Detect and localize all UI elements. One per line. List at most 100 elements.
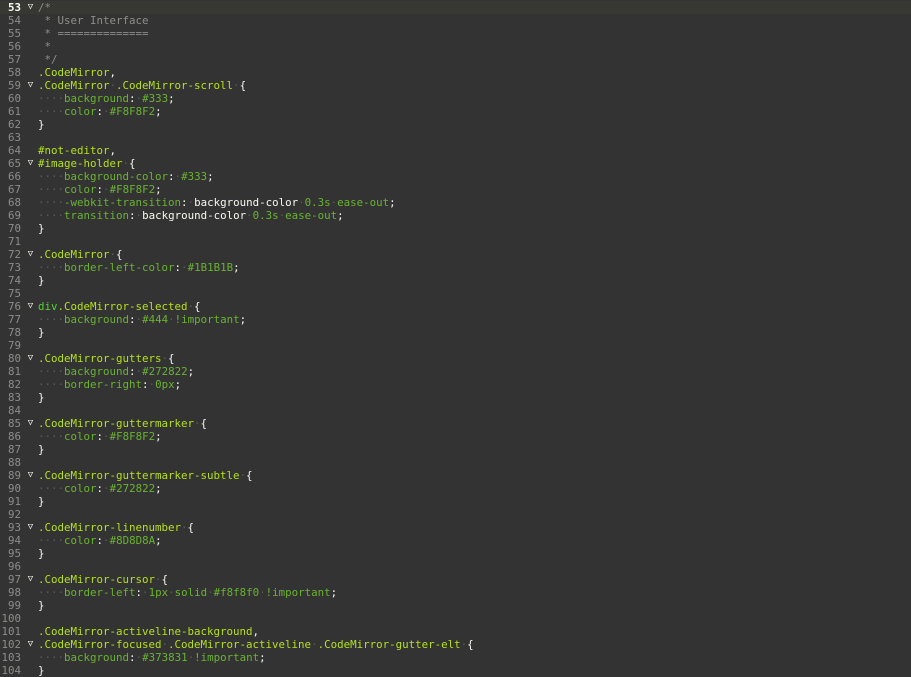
code-line[interactable]: 96: [0, 560, 911, 573]
line-text[interactable]: .CodeMirror,: [38, 66, 116, 79]
code-line[interactable]: 68 ····-webkit-transition:·background-col…: [0, 196, 911, 209]
code-line[interactable]: 92: [0, 508, 911, 521]
line-text[interactable]: .CodeMirror-focused·.CodeMirror-activeli…: [38, 638, 474, 651]
code-line[interactable]: 87}: [0, 443, 911, 456]
code-line[interactable]: 104}: [0, 664, 911, 677]
line-text[interactable]: }: [38, 495, 45, 508]
line-text[interactable]: ····background:·#272822;: [38, 365, 194, 378]
fold-arrow-icon[interactable]: ▽: [25, 521, 36, 534]
line-text[interactable]: }: [38, 118, 45, 131]
code-line[interactable]: 89 ▽ .CodeMirror-guttermarker-subtle·{: [0, 469, 911, 482]
code-line[interactable]: 97 ▽ .CodeMirror-cursor·{: [0, 573, 911, 586]
line-text[interactable]: .CodeMirror-guttermarker·{: [38, 417, 207, 430]
line-text[interactable]: }: [38, 222, 45, 235]
code-line[interactable]: 95}: [0, 547, 911, 560]
code-line[interactable]: 77 ····background:·#444·!important;: [0, 313, 911, 326]
code-line[interactable]: 62}: [0, 118, 911, 131]
code-line[interactable]: 98 ····border-left:·1px·solid·#f8f8f0·!im…: [0, 586, 911, 599]
code-line[interactable]: 75: [0, 287, 911, 300]
fold-arrow-icon[interactable]: ▽: [25, 638, 36, 651]
line-text[interactable]: ····border-left-color:·#1B1B1B;: [38, 261, 240, 274]
code-editor[interactable]: 53 ▽/* 54 * User Interface 55 * ===========…: [0, 0, 911, 677]
line-text[interactable]: ····background:·#373831·!important;: [38, 651, 266, 664]
code-line[interactable]: 102 ▽ .CodeMirror-focused·.CodeMirror-acti…: [0, 638, 911, 651]
line-text[interactable]: }: [38, 274, 45, 287]
line-text[interactable]: }: [38, 599, 45, 612]
code-line[interactable]: 88: [0, 456, 911, 469]
line-text[interactable]: ····color:·#8D8D8A;: [38, 534, 162, 547]
code-line[interactable]: 61 ····color:·#F8F8F2;: [0, 105, 911, 118]
code-line[interactable]: 78}: [0, 326, 911, 339]
line-text[interactable]: }: [38, 443, 45, 456]
line-text[interactable]: ····-webkit-transition:·background-color…: [38, 196, 396, 209]
code-line[interactable]: 65 ▽ #image-holder·{: [0, 157, 911, 170]
line-text[interactable]: }: [38, 326, 45, 339]
line-text[interactable]: ····border-left:·1px·solid·#f8f8f0·!impo…: [38, 586, 337, 599]
line-text[interactable]: #not-editor,: [38, 144, 116, 157]
fold-arrow-icon[interactable]: ▽: [25, 1, 36, 14]
code-line[interactable]: 53 ▽/*: [0, 1, 911, 14]
line-text[interactable]: .CodeMirror·.CodeMirror-scroll·{: [38, 79, 246, 92]
code-line[interactable]: 90 ····color:·#272822;: [0, 482, 911, 495]
line-text[interactable]: ····background:·#333;: [38, 92, 175, 105]
code-line[interactable]: 73 ····border-left-color:·#1B1B1B;: [0, 261, 911, 274]
code-line[interactable]: 57 */: [0, 53, 911, 66]
line-text[interactable]: ····background-color:·#333;: [38, 170, 214, 183]
line-text[interactable]: div.CodeMirror-selected·{: [38, 300, 201, 313]
line-text[interactable]: .CodeMirror-gutters·{: [38, 352, 175, 365]
code-line[interactable]: 58 .CodeMirror,: [0, 66, 911, 79]
fold-arrow-icon[interactable]: ▽: [25, 469, 36, 482]
fold-arrow-icon[interactable]: ▽: [25, 352, 36, 365]
fold-arrow-icon[interactable]: ▽: [25, 79, 36, 92]
line-text[interactable]: ····background:·#444·!important;: [38, 313, 246, 326]
code-line[interactable]: 54 * User Interface: [0, 14, 911, 27]
line-text[interactable]: .CodeMirror-guttermarker-subtle·{: [38, 469, 253, 482]
code-line[interactable]: 64 #not-editor,: [0, 144, 911, 157]
code-line[interactable]: 86 ····color:·#F8F8F2;: [0, 430, 911, 443]
code-line[interactable]: 91}: [0, 495, 911, 508]
line-text[interactable]: ····transition:·background-color·0.3s·ea…: [38, 209, 344, 222]
code-line[interactable]: 67 ····color:·#F8F8F2;: [0, 183, 911, 196]
line-text[interactable]: .CodeMirror-cursor·{: [38, 573, 168, 586]
code-line[interactable]: 85 ▽ .CodeMirror-guttermarker·{: [0, 417, 911, 430]
line-text[interactable]: #image-holder·{: [38, 157, 136, 170]
line-text[interactable]: /*: [38, 1, 51, 14]
code-line[interactable]: 56 *: [0, 40, 911, 53]
code-line[interactable]: 63: [0, 131, 911, 144]
line-text[interactable]: * User Interface: [38, 14, 149, 27]
code-line[interactable]: 100: [0, 612, 911, 625]
code-line[interactable]: 94 ····color:·#8D8D8A;: [0, 534, 911, 547]
line-text[interactable]: }: [38, 547, 45, 560]
code-line[interactable]: 103 ····background:·#373831·!important;: [0, 651, 911, 664]
code-line[interactable]: 82 ····border-right:·0px;: [0, 378, 911, 391]
line-text[interactable]: ····color:·#F8F8F2;: [38, 430, 162, 443]
line-text[interactable]: *: [38, 40, 52, 53]
line-text[interactable]: }: [38, 664, 45, 677]
code-line[interactable]: 59 ▽ .CodeMirror·.CodeMirror-scroll·{: [0, 79, 911, 92]
line-text[interactable]: ····color:·#F8F8F2;: [38, 183, 162, 196]
code-line[interactable]: 72 ▽ .CodeMirror·{: [0, 248, 911, 261]
line-text[interactable]: .CodeMirror·{: [38, 248, 123, 261]
code-line[interactable]: 84: [0, 404, 911, 417]
fold-arrow-icon[interactable]: ▽: [25, 573, 36, 586]
code-line[interactable]: 69 ····transition:·background-color·0.3s·…: [0, 209, 911, 222]
line-text[interactable]: .CodeMirror-activeline-background,: [38, 625, 259, 638]
code-lines[interactable]: 53 ▽/* 54 * User Interface 55 * ===========…: [0, 1, 911, 677]
line-text[interactable]: * ==============: [38, 27, 149, 40]
fold-arrow-icon[interactable]: ▽: [25, 157, 36, 170]
code-line[interactable]: 60 ····background:·#333;: [0, 92, 911, 105]
code-line[interactable]: 99}: [0, 599, 911, 612]
line-text[interactable]: .CodeMirror-linenumber·{: [38, 521, 194, 534]
code-line[interactable]: 70}: [0, 222, 911, 235]
line-text[interactable]: */: [38, 53, 58, 66]
code-line[interactable]: 79: [0, 339, 911, 352]
code-line[interactable]: 76 ▽ div.CodeMirror-selected·{: [0, 300, 911, 313]
code-line[interactable]: 55 * ==============: [0, 27, 911, 40]
line-text[interactable]: }: [38, 391, 45, 404]
code-line[interactable]: 80 ▽ .CodeMirror-gutters·{: [0, 352, 911, 365]
code-line[interactable]: 93 ▽ .CodeMirror-linenumber·{: [0, 521, 911, 534]
fold-arrow-icon[interactable]: ▽: [25, 300, 36, 313]
code-line[interactable]: 66 ····background-color:·#333;: [0, 170, 911, 183]
fold-arrow-icon[interactable]: ▽: [25, 417, 36, 430]
code-line[interactable]: 74}: [0, 274, 911, 287]
